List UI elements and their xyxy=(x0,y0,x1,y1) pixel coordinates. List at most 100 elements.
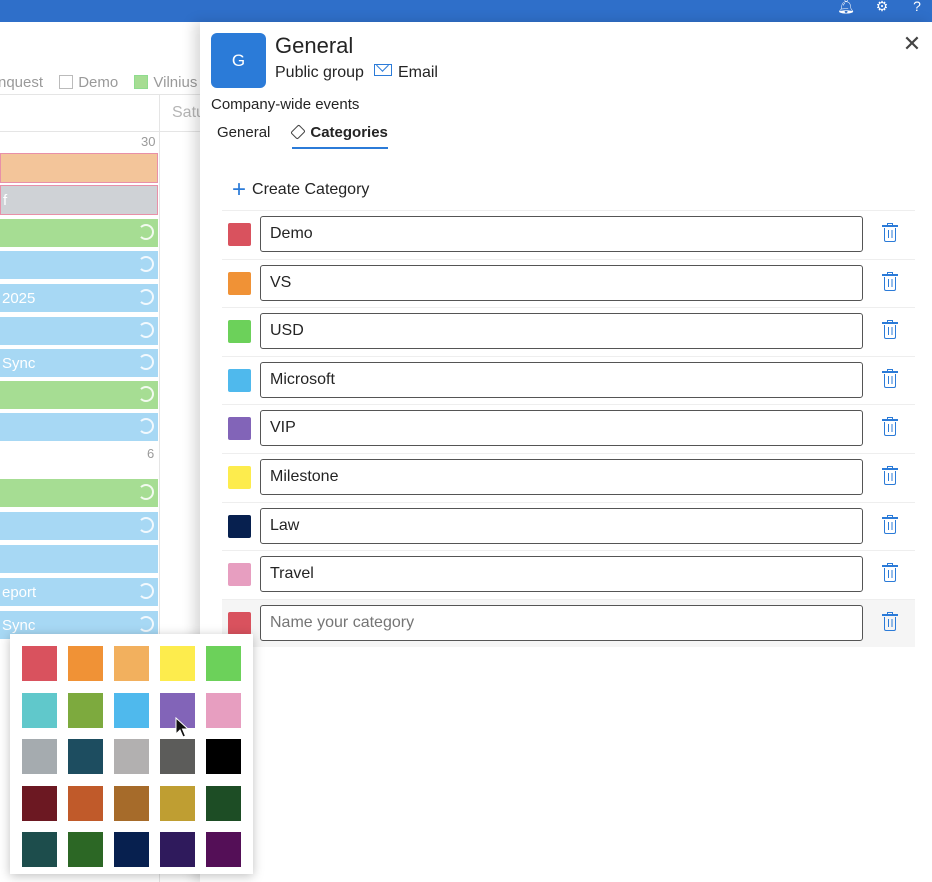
category-row xyxy=(222,258,915,308)
tab-general[interactable]: General xyxy=(217,124,270,147)
day-number: 30 xyxy=(141,134,156,149)
category-name-input[interactable] xyxy=(260,458,863,495)
category-color-swatch[interactable] xyxy=(228,368,251,392)
calendar-event[interactable] xyxy=(0,219,158,249)
color-option[interactable] xyxy=(206,739,241,774)
category-name-input[interactable] xyxy=(260,507,863,544)
new-category-color-swatch[interactable] xyxy=(228,611,251,635)
group-description: Company-wide events xyxy=(211,96,360,113)
color-option[interactable] xyxy=(114,832,149,867)
color-option[interactable] xyxy=(22,646,57,681)
category-name-input[interactable] xyxy=(260,216,863,252)
create-category-button[interactable]: + Create Category xyxy=(232,176,369,204)
sync-icon xyxy=(138,386,154,402)
calendar-event[interactable]: 2025 xyxy=(0,284,158,314)
checkbox[interactable] xyxy=(59,75,74,89)
calendar-event[interactable] xyxy=(0,317,158,347)
delete-icon[interactable] xyxy=(882,223,898,244)
category-color-swatch[interactable] xyxy=(228,271,251,295)
calendar-event[interactable] xyxy=(0,153,158,183)
category-color-swatch[interactable] xyxy=(228,223,251,246)
calendar-event[interactable] xyxy=(0,545,158,575)
color-option[interactable] xyxy=(114,739,149,774)
color-option[interactable] xyxy=(68,832,103,867)
category-row xyxy=(222,404,915,453)
mouse-cursor-icon xyxy=(175,717,189,738)
calendar-event[interactable] xyxy=(0,512,158,542)
color-option[interactable] xyxy=(160,646,195,681)
event-label: f xyxy=(3,192,8,209)
category-name-input[interactable] xyxy=(260,264,863,301)
color-option[interactable] xyxy=(22,739,57,774)
bell-icon[interactable]: 🔔︎ xyxy=(836,0,856,14)
color-option[interactable] xyxy=(68,739,103,774)
filter-vilnius[interactable]: Vilnius xyxy=(134,74,200,91)
color-option[interactable] xyxy=(22,785,57,821)
color-option[interactable] xyxy=(160,739,195,774)
delete-icon[interactable] xyxy=(882,465,898,487)
category-color-swatch[interactable] xyxy=(228,417,251,441)
color-option[interactable] xyxy=(114,785,149,821)
email-link[interactable]: Email xyxy=(398,64,438,81)
color-option[interactable] xyxy=(68,692,103,728)
color-option[interactable] xyxy=(206,646,241,681)
calendar-event[interactable] xyxy=(0,251,158,281)
category-list xyxy=(222,210,915,648)
delete-icon[interactable] xyxy=(882,368,898,390)
color-option[interactable] xyxy=(206,832,241,867)
group-subtitle: Public group Email xyxy=(275,64,438,82)
calendar-event[interactable]: f xyxy=(0,185,158,215)
delete-icon[interactable] xyxy=(882,271,898,293)
category-row xyxy=(222,550,915,599)
color-option[interactable] xyxy=(68,785,103,821)
sync-icon xyxy=(138,484,154,500)
category-color-swatch[interactable] xyxy=(228,563,251,587)
sync-icon xyxy=(138,418,154,434)
tab-categories[interactable]: Categories xyxy=(290,124,388,149)
category-color-swatch[interactable] xyxy=(228,320,251,344)
category-color-swatch[interactable] xyxy=(228,465,251,489)
new-category-row xyxy=(222,598,915,648)
calendar-event[interactable] xyxy=(0,413,158,443)
delete-icon[interactable] xyxy=(882,417,898,438)
color-option[interactable] xyxy=(22,832,57,867)
filter-nquest[interactable]: nquest xyxy=(0,74,49,91)
category-name-input[interactable] xyxy=(260,410,863,447)
sync-icon xyxy=(138,616,154,632)
color-option[interactable] xyxy=(206,692,241,728)
calendar-event[interactable]: eport xyxy=(0,578,158,608)
delete-icon[interactable] xyxy=(882,611,898,633)
color-option[interactable] xyxy=(114,646,149,681)
sync-icon xyxy=(138,517,154,533)
new-category-name-input[interactable] xyxy=(260,604,863,641)
color-option[interactable] xyxy=(160,785,195,821)
sync-icon xyxy=(138,289,154,305)
color-option[interactable] xyxy=(206,785,241,821)
help-icon[interactable]: ? xyxy=(907,0,927,14)
category-color-swatch[interactable] xyxy=(228,514,251,538)
filter-demo[interactable]: Demo xyxy=(59,74,124,91)
delete-icon[interactable] xyxy=(882,514,898,536)
calendar-event[interactable] xyxy=(0,479,158,509)
checkbox[interactable] xyxy=(134,75,149,89)
event-label: Sync xyxy=(2,355,36,372)
delete-icon[interactable] xyxy=(882,320,898,341)
category-name-input[interactable] xyxy=(260,313,863,350)
calendar-filters: nquest Demo Vilnius xyxy=(0,74,200,96)
calendar-event[interactable]: Sync xyxy=(0,349,158,379)
color-option[interactable] xyxy=(114,692,149,728)
calendar-event[interactable] xyxy=(0,381,158,411)
delete-icon[interactable] xyxy=(882,563,898,584)
gear-icon[interactable]: ⚙ xyxy=(872,0,892,14)
color-option[interactable] xyxy=(160,832,195,867)
avatar: G xyxy=(211,33,266,88)
event-label: Sync xyxy=(2,617,36,634)
tab-label: General xyxy=(217,124,271,141)
category-name-input[interactable] xyxy=(260,556,863,593)
category-name-input[interactable] xyxy=(260,361,863,398)
color-option[interactable] xyxy=(22,692,57,728)
group-title: General xyxy=(275,33,354,58)
plus-icon: + xyxy=(232,176,247,203)
close-icon[interactable]: ✕ xyxy=(902,33,922,55)
color-option[interactable] xyxy=(68,646,103,681)
